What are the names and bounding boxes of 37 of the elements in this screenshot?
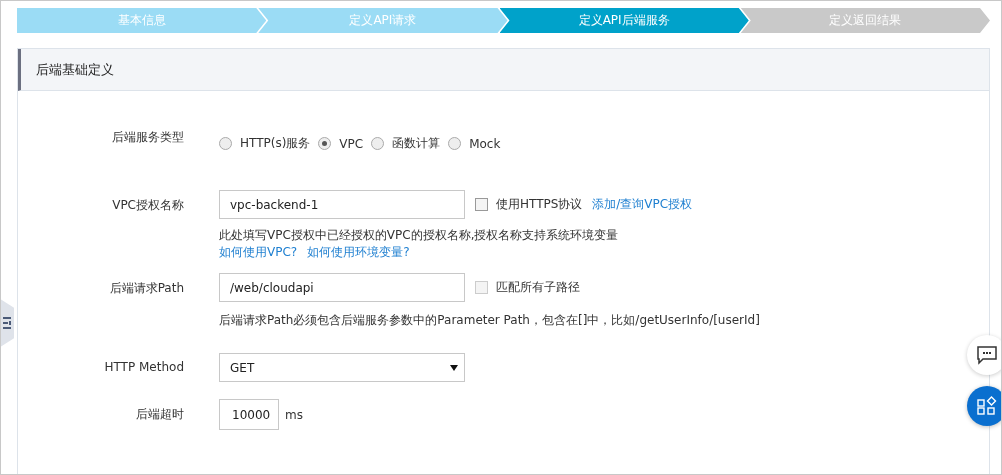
hint-text: 此处填写VPC授权中已经授权的VPC的授权名称,授权名称支持系统环境变量 — [219, 227, 620, 244]
section-title: 后端基础定义 — [36, 60, 114, 79]
field-label: 后端请求Path — [108, 280, 184, 297]
help-link[interactable]: 如何使用VPC? — [219, 244, 298, 261]
radio-option[interactable]: 函数计算 — [371, 135, 441, 152]
list-icon — [3, 317, 11, 329]
method-select[interactable]: GET — [219, 353, 465, 382]
radio-label: Mock — [469, 136, 501, 151]
vpc-auth-link[interactable]: 添加/查询VPC授权 — [592, 196, 693, 213]
radio-label: HTTP(s)服务 — [240, 135, 311, 152]
help-link[interactable]: 如何使用环境变量? — [307, 244, 410, 261]
hint-text: 后端请求Path必须包含后端服务参数中的Parameter Path，包含在[]中，比如/getUserInfo/[userId] — [219, 312, 760, 329]
chat-button[interactable] — [967, 335, 1001, 375]
radio-option[interactable]: HTTP(s)服务 — [219, 135, 311, 152]
field-label: HTTP Method — [103, 359, 184, 374]
radio-option[interactable]: VPC — [318, 135, 364, 152]
radio-icon[interactable] — [219, 137, 232, 150]
radio-label: 函数计算 — [392, 135, 441, 152]
chat-icon — [977, 345, 997, 365]
timeout-field[interactable]: 10000 — [219, 399, 279, 430]
checkbox-label: 匹配所有子路径 — [496, 279, 580, 296]
vpc-name-field[interactable]: vpc-backend-1 — [219, 190, 465, 219]
apps-button[interactable] — [967, 386, 1001, 426]
field-label: VPC授权名称 — [111, 197, 184, 214]
unit-label: ms — [285, 407, 303, 422]
caret-icon — [450, 364, 458, 371]
field-label: 后端服务类型 — [111, 129, 184, 146]
radio-icon[interactable] — [318, 137, 332, 150]
radio-icon[interactable] — [371, 137, 385, 150]
radio-option[interactable]: Mock — [448, 135, 501, 152]
radio-label: VPC — [339, 136, 364, 151]
field-label: 后端超时 — [135, 406, 184, 423]
radio-icon[interactable] — [448, 137, 462, 150]
checkbox[interactable] — [475, 198, 488, 211]
apps-icon — [977, 396, 997, 416]
checkbox-label: 使用HTTPS协议 — [496, 196, 583, 213]
path-field[interactable]: /web/cloudapi — [219, 273, 465, 302]
